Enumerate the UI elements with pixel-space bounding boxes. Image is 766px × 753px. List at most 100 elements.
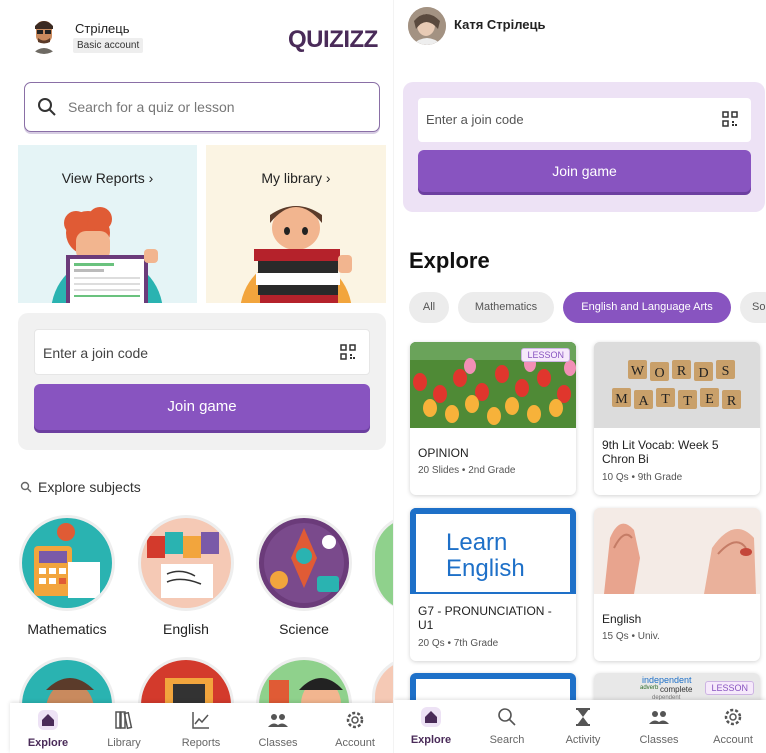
quiz-meta: 20 Qs • 7th Grade	[418, 638, 499, 649]
cloud-word: independent	[642, 675, 692, 685]
subject-english[interactable]: English	[136, 515, 236, 637]
quizizz-logo: QUIZIZZ	[288, 26, 378, 53]
quiz-thumbnail-ears	[594, 508, 760, 594]
search-icon	[38, 98, 56, 116]
letter-tile-text: S	[722, 364, 730, 379]
right-header: Катя Стрілець	[394, 0, 766, 50]
nav-activity-label: Activity	[565, 734, 601, 746]
nav-library-label: Library	[107, 737, 141, 749]
letter-tile-text: O	[654, 366, 664, 381]
nav-library[interactable]: Library	[86, 709, 162, 749]
join-code-placeholder: Enter a join code	[426, 112, 524, 127]
nav-account-label: Account	[713, 734, 753, 746]
gear-icon	[346, 711, 364, 729]
join-game-button[interactable]: Join game	[34, 384, 370, 430]
search-input[interactable]: Search for a quiz or lesson	[24, 82, 380, 132]
nav-account[interactable]: Account	[696, 706, 766, 746]
join-game-panel: Enter a join code Join game	[18, 313, 386, 450]
lesson-tag: LESSON	[521, 348, 570, 362]
quiz-meta: 20 Slides • 2nd Grade	[418, 465, 516, 476]
letter-tile-text: A	[638, 394, 649, 409]
letter-tile-text: M	[615, 392, 628, 407]
home-icon	[38, 710, 58, 730]
nav-explore[interactable]: Explore	[394, 706, 468, 746]
explore-heading: Explore	[409, 248, 490, 273]
subject-english-label: English	[163, 621, 209, 637]
nav-explore-label: Explore	[27, 737, 69, 749]
mathematics-image	[19, 515, 115, 611]
subject-mathematics[interactable]: Mathematics	[17, 515, 117, 637]
chip-all[interactable]: All	[409, 292, 449, 323]
letter-tile-text: D	[698, 366, 708, 381]
home-icon	[421, 707, 441, 727]
bottom-nav: Explore Search Activity Classes Account	[394, 700, 766, 753]
subject-science-label: Science	[279, 621, 329, 637]
nav-reports[interactable]: Reports	[163, 709, 239, 749]
username: Катя Стрілець	[454, 17, 546, 32]
my-library-card[interactable]: My library ›	[206, 145, 386, 303]
app-root: Стрілець Basic account QUIZIZZ Search fo…	[0, 0, 766, 753]
lesson-tag: LESSON	[705, 681, 754, 695]
qr-code-icon[interactable]	[340, 344, 356, 360]
english-image	[138, 515, 234, 611]
avatar[interactable]	[26, 16, 62, 54]
hourglass-icon	[576, 708, 590, 726]
account-badge: Basic account	[73, 38, 144, 53]
join-code-input[interactable]: Enter a join code	[34, 329, 370, 375]
quiz-card[interactable]: LESSON OPINION 20 Slides • 2nd Grade	[410, 342, 576, 495]
library-icon	[115, 711, 133, 730]
my-library-label: My library ›	[261, 170, 331, 186]
quiz-title: G7 - PRONUNCIATION - U1	[418, 604, 552, 632]
letter-tile-text: E	[705, 392, 714, 407]
quiz-meta: 15 Qs • Univ.	[602, 631, 660, 642]
explore-subjects-heading: Explore subjects	[20, 479, 141, 495]
left-header: Стрілець Basic account QUIZIZZ	[0, 0, 393, 70]
nav-search[interactable]: Search	[470, 706, 544, 746]
cloud-word: adverb	[640, 685, 659, 691]
explore-subjects-label: Explore subjects	[38, 479, 141, 495]
nav-classes[interactable]: Classes	[622, 706, 696, 746]
letter-tile-text: T	[683, 394, 692, 409]
right-screen: Катя Стрілець Enter a join code Join gam…	[394, 0, 766, 753]
nav-account[interactable]: Account	[317, 709, 393, 749]
nav-classes-label: Classes	[258, 737, 298, 749]
nav-reports-label: Reports	[181, 737, 221, 749]
reports-icon	[192, 712, 209, 729]
classes-icon	[649, 711, 669, 724]
quiz-title: OPINION	[418, 446, 469, 460]
library-illustration	[240, 206, 352, 303]
left-screen: Стрілець Basic account QUIZIZZ Search fo…	[0, 0, 393, 753]
learn-text: Learn	[446, 529, 508, 556]
quiz-title: English	[602, 612, 642, 626]
chip-social-studies[interactable]: So	[740, 292, 766, 323]
subject-partial[interactable]	[372, 515, 393, 611]
chip-english-language-arts[interactable]: English and Language Arts	[563, 292, 731, 323]
nav-explore[interactable]: Explore	[10, 709, 86, 749]
letter-tile-text: R	[677, 364, 687, 379]
join-game-panel: Enter a join code Join game	[403, 82, 765, 212]
quiz-thumbnail-learn-english: Learn English	[410, 508, 576, 594]
quiz-card[interactable]: English 15 Qs • Univ.	[594, 508, 760, 661]
quiz-meta: 10 Qs • 9th Grade	[602, 472, 683, 483]
classes-icon	[268, 714, 288, 727]
nav-search-label: Search	[489, 734, 525, 746]
cloud-word: complete	[660, 685, 693, 694]
view-reports-label: View Reports ›	[61, 170, 154, 186]
join-game-button[interactable]: Join game	[418, 150, 751, 192]
quiz-card[interactable]: WORDSMATTER 9th Lit Vocab: Week 5 Chron …	[594, 342, 760, 495]
quiz-thumbnail-tulips: LESSON	[410, 342, 576, 428]
nav-classes[interactable]: Classes	[240, 709, 316, 749]
quiz-card[interactable]: Learn English G7 - PRONUNCIATION - U1 20…	[410, 508, 576, 661]
science-image	[256, 515, 352, 611]
chip-mathematics[interactable]: Mathematics	[458, 292, 554, 323]
join-code-input[interactable]: Enter a join code	[418, 98, 751, 142]
search-icon	[20, 481, 32, 493]
letter-tile-text: T	[661, 392, 670, 407]
avatar[interactable]	[408, 7, 446, 45]
letter-tile-text: W	[631, 364, 645, 379]
qr-code-icon[interactable]	[722, 111, 738, 127]
view-reports-card[interactable]: View Reports ›	[18, 145, 197, 303]
quiz-title: 9th Lit Vocab: Week 5 Chron Bi	[602, 438, 719, 466]
subject-science[interactable]: Science	[254, 515, 354, 637]
nav-activity[interactable]: Activity	[546, 706, 620, 746]
